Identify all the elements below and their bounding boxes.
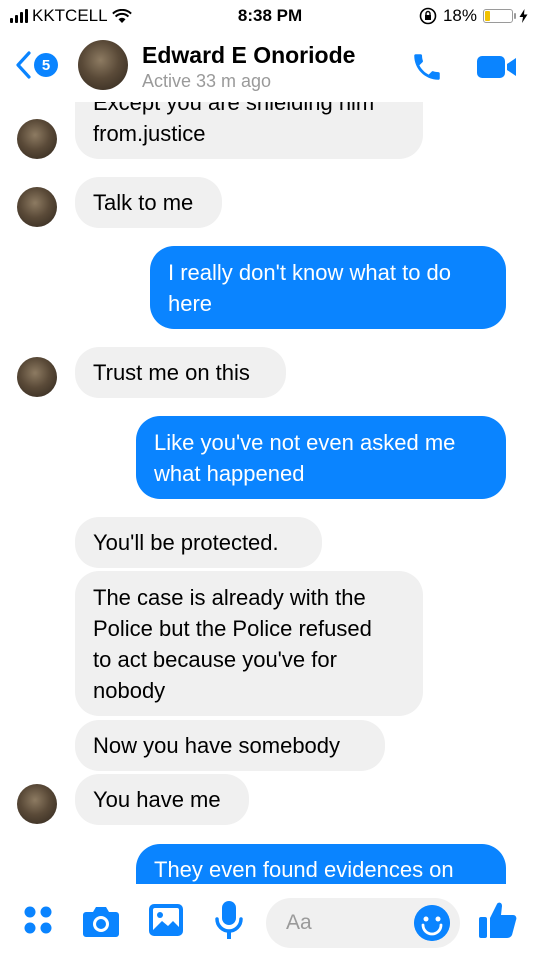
message-bubble[interactable]: Talk to me <box>75 177 222 228</box>
message-bubble[interactable]: Except you are shielding him from.justic… <box>75 102 423 159</box>
sender-avatar <box>17 357 57 397</box>
message-bubble[interactable]: The case is already with the Police but … <box>75 571 423 716</box>
orientation-lock-icon <box>419 7 437 25</box>
smiley-icon[interactable] <box>414 905 450 941</box>
message-bubble[interactable]: Like you've not even asked me what happe… <box>136 416 506 499</box>
contact-avatar[interactable] <box>78 40 128 90</box>
message-bubble[interactable]: Trust me on this <box>75 347 286 398</box>
message-input[interactable]: Aa <box>266 898 460 948</box>
thumbs-up-icon[interactable] <box>478 900 518 940</box>
sender-avatar <box>17 784 57 824</box>
menu-dots-icon[interactable] <box>22 904 54 936</box>
message-bubble[interactable]: You have me <box>75 774 249 825</box>
message-input-placeholder: Aa <box>286 911 312 934</box>
status-bar: KKTCELL 8:38 PM 18% <box>0 0 540 32</box>
contact-active-status: Active 33 m ago <box>142 71 272 91</box>
contact-name[interactable]: Edward E Onoriode <box>142 42 355 69</box>
message-thread[interactable]: Except you are shielding him from.justic… <box>0 102 540 884</box>
charging-bolt-icon <box>519 9 528 23</box>
back-chevron-icon <box>16 51 31 79</box>
camera-icon[interactable] <box>82 904 120 938</box>
unread-count-badge: 5 <box>34 53 58 77</box>
sender-avatar <box>17 187 57 227</box>
status-right: 18% <box>419 6 528 26</box>
battery-level <box>485 11 490 21</box>
video-camera-icon[interactable] <box>476 52 518 82</box>
back-button[interactable]: 5 <box>14 50 58 80</box>
sender-avatar <box>17 119 57 159</box>
microphone-icon[interactable] <box>214 900 244 942</box>
gallery-icon[interactable] <box>148 903 184 937</box>
phone-icon[interactable] <box>410 50 444 84</box>
battery-percent: 18% <box>442 6 477 25</box>
message-bubble[interactable]: You'll be protected. <box>75 517 322 568</box>
message-composer: Aa <box>0 884 540 960</box>
message-bubble[interactable]: They even found evidences on <box>136 844 506 884</box>
message-bubble[interactable]: Now you have somebody <box>75 720 385 771</box>
battery-icon <box>483 9 516 23</box>
conversation-header: 5 Edward E Onoriode Active 33 m ago <box>0 32 540 102</box>
message-bubble[interactable]: I really don't know what to do here <box>150 246 506 329</box>
